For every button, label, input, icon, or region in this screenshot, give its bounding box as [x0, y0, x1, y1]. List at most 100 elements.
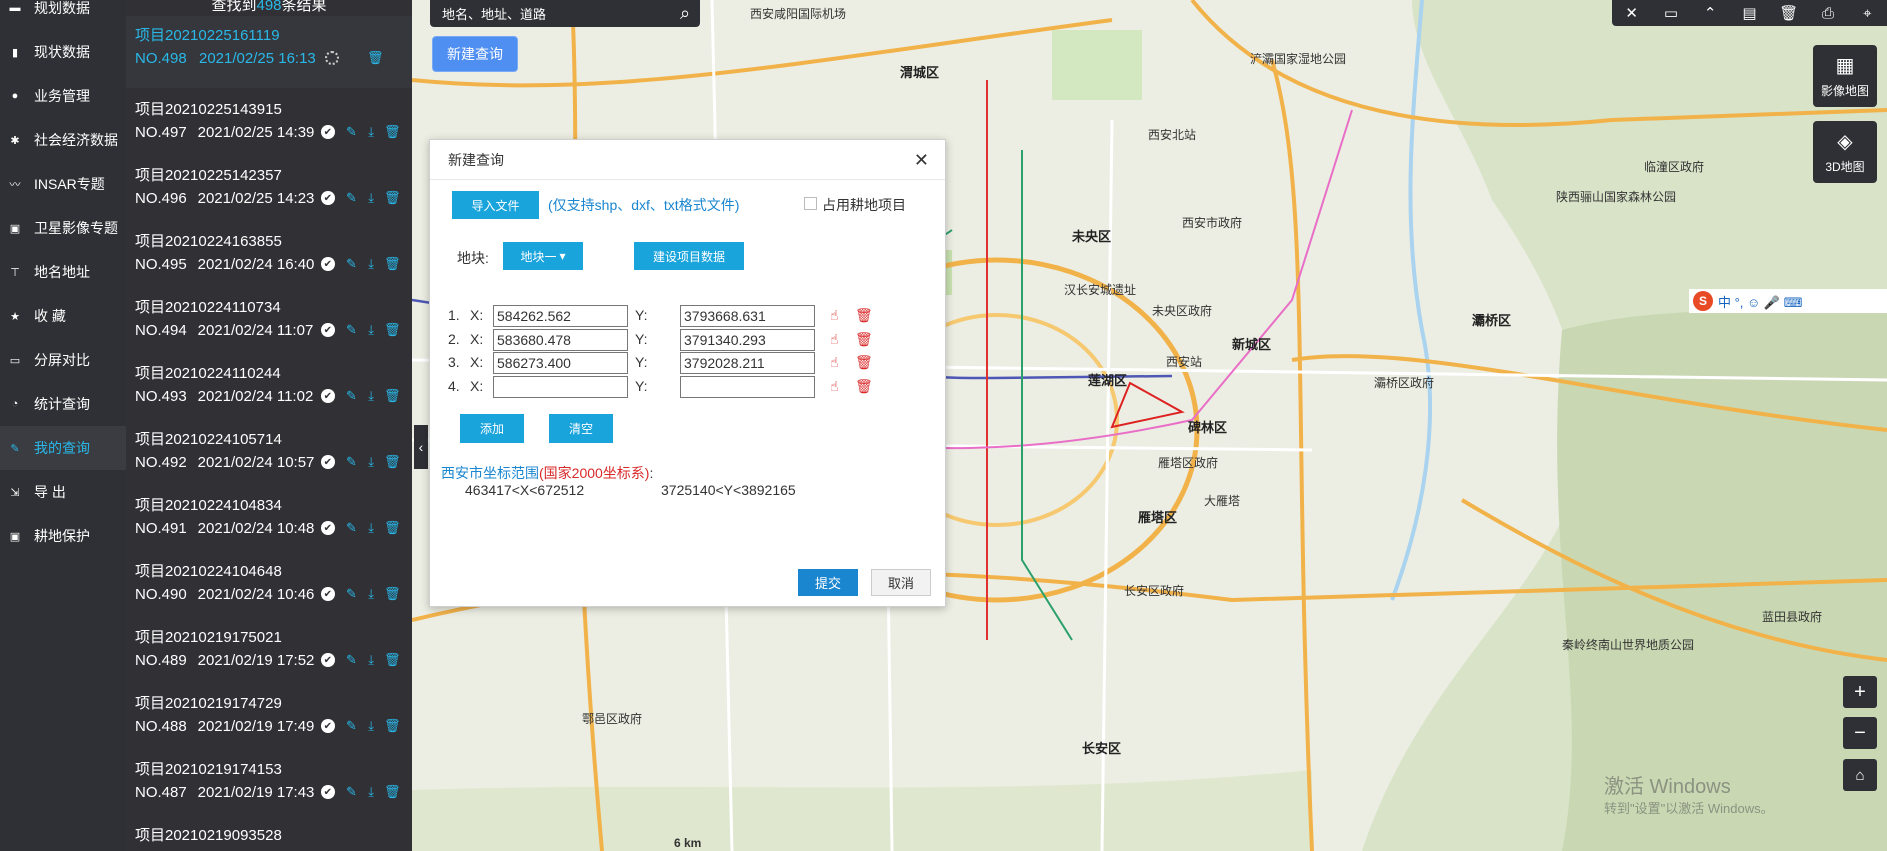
zoom-in-button[interactable]: +: [1843, 676, 1877, 708]
trash-icon[interactable]: 🗑: [384, 388, 401, 404]
locate-point-icon[interactable]: ☝: [830, 307, 839, 324]
download-icon[interactable]: ⤓: [364, 520, 378, 536]
delete-icon[interactable]: 🗑: [855, 378, 873, 395]
nav-item[interactable]: ▭ 分屏对比: [0, 338, 126, 382]
tools-icon[interactable]: ✕: [1617, 4, 1647, 22]
trash-icon[interactable]: 🗑: [384, 784, 401, 800]
edit-icon[interactable]: ✎: [345, 124, 359, 140]
download-icon[interactable]: ⤓: [364, 454, 378, 470]
download-icon[interactable]: ⤓: [364, 256, 378, 272]
trash-icon[interactable]: 🗑: [384, 190, 401, 206]
nav-item[interactable]: ⊤ 地名地址: [0, 250, 126, 294]
x-input[interactable]: 583680.478: [493, 328, 628, 351]
download-icon[interactable]: ⤓: [364, 784, 378, 800]
y-input[interactable]: 3792028.211: [680, 352, 815, 374]
location-pin-icon[interactable]: ⌖: [1852, 5, 1882, 22]
image-map-toggle[interactable]: ▦ 影像地图: [1813, 45, 1877, 107]
nav-item[interactable]: 〰 INSAR专题: [0, 162, 126, 206]
edit-icon[interactable]: ✎: [345, 520, 359, 536]
trash-icon[interactable]: 🗑: [384, 124, 401, 140]
sogou-icon[interactable]: S: [1693, 291, 1713, 311]
edit-icon[interactable]: ✎: [345, 322, 359, 338]
trash-icon[interactable]: 🗑: [384, 256, 401, 272]
edit-icon[interactable]: ✎: [345, 586, 359, 602]
download-icon[interactable]: ⤓: [364, 718, 378, 734]
nav-item[interactable]: ✎ 我的查询: [0, 426, 126, 470]
nav-item[interactable]: ▣ 耕地保护: [0, 514, 126, 558]
add-button[interactable]: 添加: [460, 414, 524, 443]
build-project-button[interactable]: 建设项目数据: [634, 242, 744, 270]
download-icon[interactable]: ⤓: [364, 124, 378, 140]
list-item[interactable]: 项目20210219093528: [126, 814, 412, 851]
list-item[interactable]: 项目20210225143915 NO.497 2021/02/25 14:39 ✔ ✎…: [126, 88, 412, 154]
download-icon[interactable]: ⤓: [364, 322, 378, 338]
trash-icon[interactable]: 🗑: [384, 652, 401, 668]
delete-icon[interactable]: 🗑: [855, 354, 873, 371]
delete-icon[interactable]: 🗑: [855, 307, 873, 324]
locate-point-icon[interactable]: ☝: [830, 354, 839, 371]
trash-icon[interactable]: 🗑: [384, 718, 401, 734]
list-item[interactable]: 项目20210219174729 NO.488 2021/02/19 17:49 ✔ ✎…: [126, 682, 412, 748]
nav-item[interactable]: ▮ 现状数据: [0, 30, 126, 74]
home-icon[interactable]: ⌂: [1843, 759, 1877, 791]
list-item[interactable]: 项目20210225161119 NO.498 2021/02/25 16:13 🗑: [126, 16, 412, 88]
nav-item[interactable]: ▬ 规划数据: [0, 0, 126, 30]
cancel-button[interactable]: 取消: [871, 569, 931, 596]
download-icon[interactable]: ⤓: [364, 586, 378, 602]
trash-icon[interactable]: 🗑: [367, 50, 384, 66]
download-icon[interactable]: ⤓: [364, 652, 378, 668]
locate-point-icon[interactable]: ☝: [830, 378, 839, 395]
list-item[interactable]: 项目20210224110244 NO.493 2021/02/24 11:02 ✔ ✎…: [126, 352, 412, 418]
list-item[interactable]: 项目20210219174153 NO.487 2021/02/19 17:43 ✔ ✎…: [126, 748, 412, 814]
nav-item[interactable]: ▣ 卫星影像专题: [0, 206, 126, 250]
list-item[interactable]: 项目20210224104648 NO.490 2021/02/24 10:46 ✔ ✎…: [126, 550, 412, 616]
trash-icon[interactable]: 🗑: [384, 520, 401, 536]
trash-icon[interactable]: 🗑: [1774, 4, 1804, 22]
delete-icon[interactable]: 🗑: [855, 331, 873, 348]
search-icon[interactable]: ⌕: [670, 3, 700, 24]
edit-icon[interactable]: ✎: [345, 718, 359, 734]
trash-icon[interactable]: 🗑: [384, 586, 401, 602]
edit-icon[interactable]: ✎: [345, 256, 359, 272]
ime-options[interactable]: 中 °, ☺ 🎤 ⌨: [1718, 292, 1802, 311]
3d-map-toggle[interactable]: ◈ 3D地图: [1813, 121, 1877, 183]
edit-icon[interactable]: ✎: [345, 454, 359, 470]
list-item[interactable]: 项目20210224163855 NO.495 2021/02/24 16:40 ✔ ✎…: [126, 220, 412, 286]
x-input[interactable]: [493, 375, 628, 398]
edit-icon[interactable]: ✎: [345, 388, 359, 404]
list-item[interactable]: 项目20210224105714 NO.492 2021/02/24 10:57 ✔ ✎…: [126, 418, 412, 484]
nav-item[interactable]: ✱ 社会经济数据: [0, 118, 126, 162]
edit-icon[interactable]: ✎: [345, 190, 359, 206]
list-item[interactable]: 项目20210224110734 NO.494 2021/02/24 11:07 ✔ ✎…: [126, 286, 412, 352]
new-query-button[interactable]: 新建查询: [432, 36, 518, 72]
x-input[interactable]: 584262.562: [493, 305, 628, 327]
parcel-select[interactable]: 地块一 ▾: [503, 242, 583, 270]
y-input[interactable]: [680, 375, 815, 398]
download-icon[interactable]: ⤓: [364, 190, 378, 206]
nav-item[interactable]: ⇲ 导 出: [0, 470, 126, 514]
measure-distance-icon[interactable]: ▭: [1656, 4, 1686, 22]
nav-item[interactable]: ★ 收 藏: [0, 294, 126, 338]
trash-icon[interactable]: 🗑: [384, 454, 401, 470]
y-input[interactable]: 3793668.631: [680, 305, 815, 327]
clear-button[interactable]: 清空: [549, 414, 613, 443]
nav-item[interactable]: ● 业务管理: [0, 74, 126, 118]
locate-point-icon[interactable]: ☝: [830, 331, 839, 348]
collapse-panel-button[interactable]: ‹: [414, 425, 428, 469]
edit-icon[interactable]: ✎: [345, 784, 359, 800]
ime-toolbar[interactable]: S 中 °, ☺ 🎤 ⌨: [1689, 289, 1887, 313]
nav-item[interactable]: ◔ 统计查询: [0, 382, 126, 426]
list-item[interactable]: 项目20210225142357 NO.496 2021/02/25 14:23 ✔ ✎…: [126, 154, 412, 220]
close-icon[interactable]: ✕: [914, 150, 929, 171]
measure-area-icon[interactable]: ⌃: [1695, 4, 1725, 22]
submit-button[interactable]: 提交: [798, 569, 858, 596]
trash-icon[interactable]: 🗑: [384, 322, 401, 338]
farmland-checkbox[interactable]: [804, 197, 817, 210]
search-input[interactable]: 地名、地址、道路: [442, 4, 670, 23]
list-item[interactable]: 项目20210224104834 NO.491 2021/02/24 10:48 ✔ ✎…: [126, 484, 412, 550]
print-icon[interactable]: ⎙: [1813, 5, 1843, 22]
x-input[interactable]: 586273.400: [493, 352, 628, 374]
import-file-button[interactable]: 导入文件: [452, 191, 539, 219]
list-item[interactable]: 项目20210219175021 NO.489 2021/02/19 17:52 ✔ ✎…: [126, 616, 412, 682]
document-icon[interactable]: ▤: [1734, 4, 1764, 22]
